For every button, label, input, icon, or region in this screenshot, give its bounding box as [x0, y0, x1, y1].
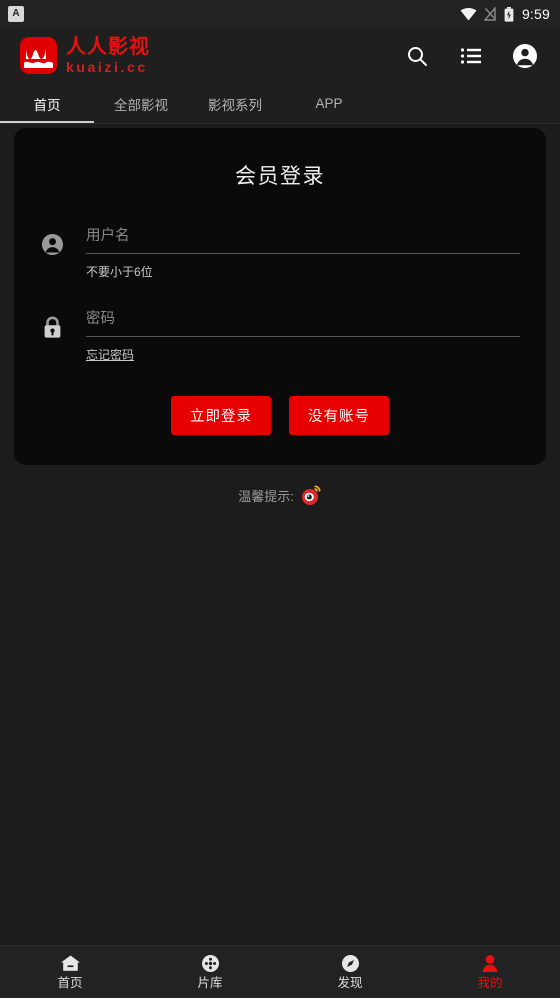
home-icon [60, 954, 81, 973]
film-reel-icon [201, 954, 220, 973]
person-icon [40, 232, 64, 256]
compass-icon [341, 954, 360, 973]
bottom-navigation: 首页 片库 发现 我的 [0, 945, 560, 998]
forgot-password-link[interactable]: 忘记密码 [86, 346, 134, 363]
username-input[interactable] [86, 224, 520, 254]
brand-subtitle: kuaizi.cc [66, 58, 148, 75]
tab-home-label: 首页 [33, 97, 61, 113]
app-header: 人人影视 kuaizi.cc [0, 28, 560, 84]
brand-wave-icon [20, 37, 57, 75]
status-time: 9:59 [521, 6, 550, 22]
list-icon[interactable] [458, 43, 484, 69]
tab-all-videos[interactable]: 全部影视 [94, 84, 188, 123]
weibo-icon[interactable] [300, 484, 322, 506]
tab-video-series[interactable]: 影视系列 [188, 84, 282, 123]
username-hint: 不要小于6位 [86, 265, 153, 279]
register-button[interactable]: 没有账号 [289, 396, 389, 435]
header-actions [404, 43, 538, 69]
app-root: A 9:59 人人影视 kuaizi.cc 首页 全部影视 影视系列 APP 会… [0, 0, 560, 998]
password-field-body: 忘记密码 [86, 307, 520, 364]
tab-bar: 首页 全部影视 影视系列 APP [0, 84, 560, 124]
nav-item-home[interactable]: 首页 [0, 954, 140, 990]
login-button-row: 立即登录 没有账号 [40, 396, 520, 435]
nav-item-mine-label: 我的 [477, 976, 503, 991]
tab-home[interactable]: 首页 [0, 84, 94, 123]
status-bar-left: A [8, 6, 24, 22]
brand-title: 人人影视 [66, 35, 150, 58]
tab-app[interactable]: APP [282, 84, 376, 123]
nav-item-home-label: 首页 [57, 976, 83, 991]
battery-charging-icon [504, 6, 514, 22]
lock-icon [40, 315, 64, 339]
brand-text: 人人影视 kuaizi.cc [66, 35, 150, 76]
nav-item-discover-label: 发现 [337, 976, 363, 991]
nav-item-mine[interactable]: 我的 [420, 954, 560, 990]
account-icon[interactable] [512, 43, 538, 69]
tip-row: 温馨提示: [14, 484, 546, 506]
status-bar: A 9:59 [0, 0, 560, 28]
brand-logo[interactable]: 人人影视 kuaizi.cc [20, 35, 150, 76]
nav-item-library-label: 片库 [197, 976, 223, 991]
tip-label: 温馨提示: [238, 488, 294, 504]
app-badge-icon: A [8, 6, 24, 22]
search-icon[interactable] [404, 43, 430, 69]
nav-item-discover[interactable]: 发现 [280, 954, 420, 990]
signal-off-icon [483, 7, 497, 21]
password-input[interactable] [86, 307, 520, 337]
login-card: 会员登录 不要小于6位 [14, 128, 546, 465]
tab-video-series-label: 影视系列 [208, 97, 262, 113]
status-bar-right: 9:59 [460, 6, 550, 22]
person-icon [480, 954, 500, 973]
page-title: 会员登录 [235, 165, 325, 188]
wifi-icon [460, 7, 477, 21]
username-field-row: 不要小于6位 [40, 224, 520, 281]
password-field-row: 忘记密码 [40, 307, 520, 364]
nav-item-library[interactable]: 片库 [140, 954, 280, 990]
username-field-body: 不要小于6位 [86, 224, 520, 281]
tab-app-label: APP [315, 96, 343, 111]
tab-all-videos-label: 全部影视 [114, 97, 168, 113]
main-content: 会员登录 不要小于6位 [0, 124, 560, 945]
login-submit-button[interactable]: 立即登录 [171, 396, 271, 435]
